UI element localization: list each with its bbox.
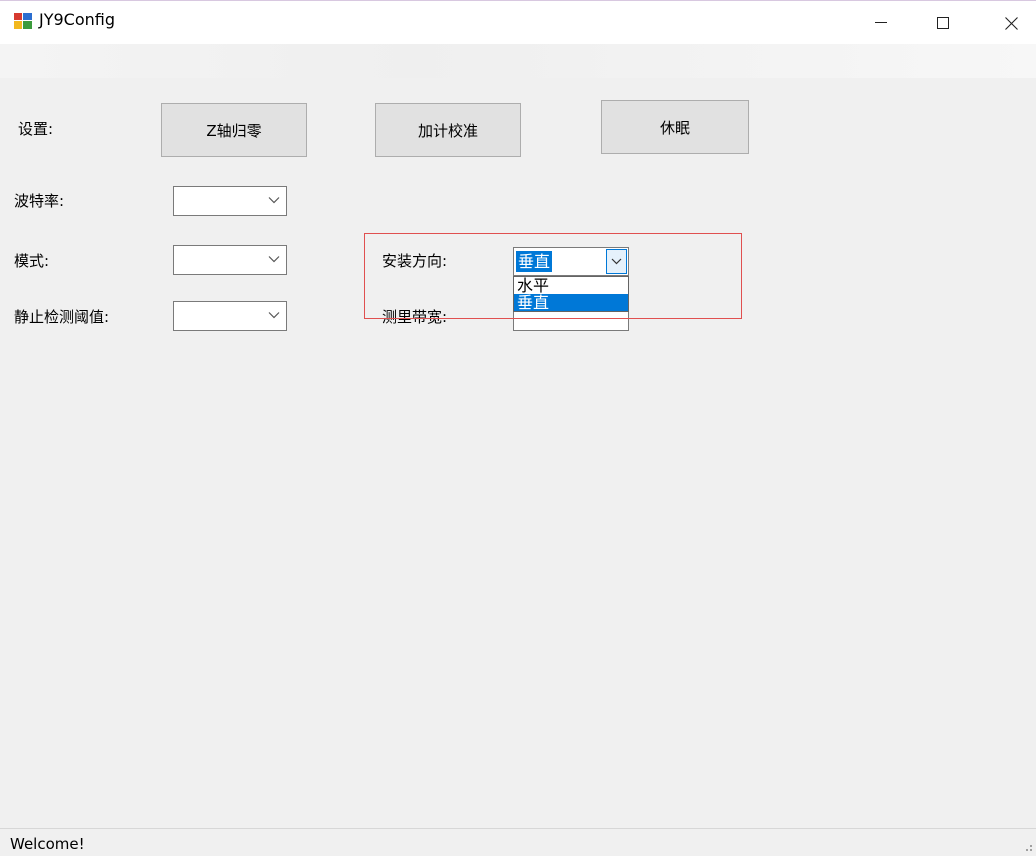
minimize-button[interactable]: [858, 1, 904, 45]
chevron-down-icon: [268, 256, 280, 263]
dropdown-option-vertical[interactable]: 垂直: [514, 294, 628, 311]
title-bar[interactable]: JY9Config: [0, 0, 1036, 44]
install-direction-select[interactable]: 垂直: [513, 247, 629, 276]
mode-select[interactable]: [173, 245, 287, 275]
menu-strip: [0, 44, 1036, 78]
install-direction-dropdown-button[interactable]: [606, 249, 627, 274]
z-axis-zero-button[interactable]: Z轴归零: [161, 103, 307, 157]
dropdown-option-horizontal[interactable]: 水平: [514, 277, 628, 294]
status-text: Welcome!: [10, 835, 85, 853]
install-direction-dropdown-list: 水平 垂直: [513, 276, 629, 312]
measure-bandwidth-label: 测里带宽:: [382, 308, 448, 326]
chevron-down-icon: [268, 197, 280, 204]
maximize-icon: [937, 17, 949, 29]
baud-rate-select[interactable]: [173, 186, 287, 216]
window-title: JY9Config: [39, 10, 116, 29]
accel-calibrate-button[interactable]: 加计校准: [375, 103, 521, 157]
chevron-down-icon: [611, 258, 622, 265]
close-button[interactable]: [988, 1, 1034, 45]
install-direction-value: 垂直: [516, 251, 553, 272]
minimize-icon: [875, 22, 887, 23]
maximize-button[interactable]: [920, 1, 966, 45]
static-threshold-label: 静止检测阈值:: [14, 308, 110, 326]
sleep-button[interactable]: 休眠: [601, 100, 749, 154]
app-icon: [14, 13, 32, 29]
resize-grip-icon[interactable]: [1023, 843, 1033, 853]
close-icon: [1004, 16, 1018, 30]
install-direction-label: 安装方向:: [382, 252, 448, 270]
static-threshold-select[interactable]: [173, 301, 287, 331]
settings-label: 设置:: [18, 120, 54, 138]
mode-label: 模式:: [14, 252, 50, 270]
chevron-down-icon: [268, 312, 280, 319]
baud-rate-label: 波特率:: [14, 192, 65, 210]
status-bar: Welcome!: [0, 828, 1036, 856]
